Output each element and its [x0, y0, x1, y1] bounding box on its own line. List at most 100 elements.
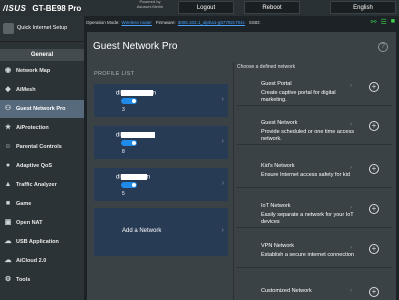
sidebar-item-open-nat[interactable]: ▣ Open NAT — [0, 214, 84, 232]
client-count: 3 — [122, 107, 125, 113]
defined-network-name: Guest Network — [261, 120, 298, 126]
chevron-right-icon: › — [350, 245, 352, 251]
chevron-right-icon: › — [350, 205, 352, 211]
firmware-link[interactable]: 3006.102.1_alpha1-g57792c704c — [178, 20, 245, 25]
chevron-right-icon: › — [350, 288, 352, 294]
profile-toggle[interactable] — [121, 98, 137, 104]
section-general: General — [0, 49, 84, 61]
sidebar-item-traffic-analyzer[interactable]: ▲ Traffic Analyzer — [0, 176, 84, 194]
defined-network-name: Guest Portal — [261, 81, 292, 87]
quick-setup-label: Quick Internet Setup — [17, 25, 68, 32]
profile-name: di n — [116, 90, 156, 97]
operation-mode-label: Operation Mode: — [86, 19, 120, 25]
defined-network-vpn-network[interactable]: VPN Network Establish a secure internet … — [237, 234, 392, 268]
profile-toggle[interactable] — [121, 182, 137, 188]
sidebar-nav: ◉ Network Map ◆ AiMesh ⚇ Guest Network Pro … — [0, 62, 84, 289]
logout-button[interactable]: Logout — [178, 1, 234, 14]
qos-icon: ● — [5, 162, 11, 169]
defined-network-name: Customized Network — [261, 288, 312, 294]
sidebar-item-adaptive-qos[interactable]: ● Adaptive QoS — [0, 157, 84, 175]
defined-network-desc: Provide scheduled or one time access net… — [261, 129, 354, 142]
add-circle-icon[interactable]: + — [369, 164, 379, 174]
sidebar-item-game[interactable]: ■ Game — [0, 195, 84, 213]
brand-logo[interactable]: /ISUS GT-BE98 Pro — [0, 0, 85, 16]
guest-network-icon: ⚇ — [4, 105, 12, 112]
sidebar-item-tools[interactable]: ⚙ Tools — [0, 271, 84, 289]
add-circle-icon[interactable]: + — [369, 244, 379, 254]
redacted-block — [120, 90, 153, 96]
defined-network-desc: Create captive portal for digital market… — [261, 90, 336, 103]
profile-toggle[interactable] — [121, 140, 137, 146]
profile-name: di — [116, 132, 155, 139]
model-name: GT-BE98 Pro — [32, 3, 82, 13]
sidebar-item-label: Traffic Analyzer — [16, 182, 57, 188]
sidebar-item-label: Tools — [16, 277, 31, 283]
profile-card[interactable]: di n 5 › — [94, 168, 228, 201]
help-icon[interactable]: ? — [378, 42, 388, 52]
chevron-right-icon: › — [350, 165, 352, 171]
sidebar-item-guest-network-pro[interactable]: ⚇ Guest Network Pro — [0, 100, 84, 118]
add-circle-icon[interactable]: + — [369, 121, 379, 131]
operation-mode-link[interactable]: Wireless router — [122, 20, 152, 25]
defined-network-name: IoT Network — [261, 203, 291, 209]
sidebar-item-aimesh[interactable]: ◆ AiMesh — [0, 81, 84, 99]
chevron-right-icon: › — [221, 138, 224, 145]
sidebar-item-label: Guest Network Pro — [16, 106, 66, 112]
aimesh-icon: ◆ — [5, 86, 11, 93]
column-divider — [233, 62, 234, 300]
page-title: Guest Network Pro — [93, 41, 178, 52]
game-icon: ■ — [5, 200, 11, 207]
add-circle-icon[interactable]: + — [369, 204, 379, 214]
client-count: 5 — [122, 191, 125, 197]
share-icon[interactable]: ⚯ — [371, 18, 377, 26]
chevron-right-icon: › — [221, 227, 224, 234]
choose-network-label: Choose a defined network — [237, 64, 296, 70]
defined-network-desc: Establish a secure internet connection — [261, 252, 354, 258]
ssid-label: SSID: — [248, 19, 261, 25]
reboot-button[interactable]: Reboot — [244, 1, 300, 14]
defined-network-desc: Easily separate a network for your IoT d… — [261, 212, 354, 225]
defined-network-customized[interactable]: Customized Network › + — [237, 278, 392, 300]
profile-card[interactable]: di n 3 › — [94, 84, 228, 117]
defined-network-guest-network[interactable]: Guest Network Provide scheduled or one t… — [237, 111, 392, 145]
firmware-label: Firmware: — [155, 19, 176, 25]
chevron-right-icon: › — [221, 180, 224, 187]
sidebar-item-usb-application[interactable]: ☁ USB Application — [0, 233, 84, 251]
quick-internet-setup[interactable]: Quick Internet Setup — [0, 16, 84, 42]
sidebar-item-label: Open NAT — [16, 220, 43, 226]
add-circle-icon[interactable]: + — [369, 287, 379, 297]
chevron-right-icon: › — [350, 122, 352, 128]
add-circle-icon[interactable]: + — [369, 82, 379, 92]
chevron-right-icon: › — [350, 83, 352, 89]
profile-name-end: n — [152, 90, 157, 97]
powered-by-name: Asuswrt-Merlin — [136, 3, 164, 9]
status-info-bar: Operation Mode: Wireless router Firmware… — [86, 16, 399, 28]
defined-network-name: Kid's Network — [261, 163, 295, 169]
parental-controls-icon: ☺ — [4, 143, 12, 150]
defined-network-guest-portal[interactable]: Guest Portal Create captive portal for d… — [237, 72, 392, 106]
profile-card[interactable]: di 8 › — [94, 126, 228, 159]
sidebar-item-network-map[interactable]: ◉ Network Map — [0, 62, 84, 80]
redacted-block — [120, 132, 155, 138]
sidebar-item-aicloud[interactable]: ☁ AiCloud 2.0 — [0, 252, 84, 270]
defined-network-kids-network[interactable]: Kid's Network Ensure Internet access saf… — [237, 154, 392, 188]
profile-name: di n — [116, 174, 150, 181]
defined-network-iot-network[interactable]: IoT Network Easily separate a network fo… — [237, 194, 392, 228]
sidebar-item-parental-controls[interactable]: ☺ Parental Controls — [0, 138, 84, 156]
language-select[interactable]: English — [330, 1, 396, 14]
powered-by: Powered by Asuswrt-Merlin — [128, 0, 172, 9]
main-panel: Guest Network Pro ? PROFILE LIST di n 3 ›… — [87, 32, 396, 300]
usb-icon: ☁ — [4, 238, 12, 245]
setup-icon — [3, 23, 14, 34]
usb-status-icon[interactable]: ■ — [391, 18, 395, 26]
sidebar-item-aiprotection[interactable]: ★ AiProtection — [0, 119, 84, 137]
profile-list-label: PROFILE LIST — [94, 71, 135, 77]
aicloud-icon: ☁ — [4, 257, 12, 264]
sidebar-item-label: Adaptive QoS — [16, 163, 53, 169]
add-network-button[interactable]: Add a Network › — [94, 208, 228, 256]
sidebar-item-label: Game — [16, 201, 32, 207]
sidebar: Quick Internet Setup General ◉ Network Ma… — [0, 16, 84, 300]
defined-network-desc: Ensure Internet access safety for kid — [261, 172, 350, 178]
sidebar-item-label: USB Application — [16, 239, 59, 245]
wifi-icon[interactable]: ☰ — [380, 18, 386, 26]
